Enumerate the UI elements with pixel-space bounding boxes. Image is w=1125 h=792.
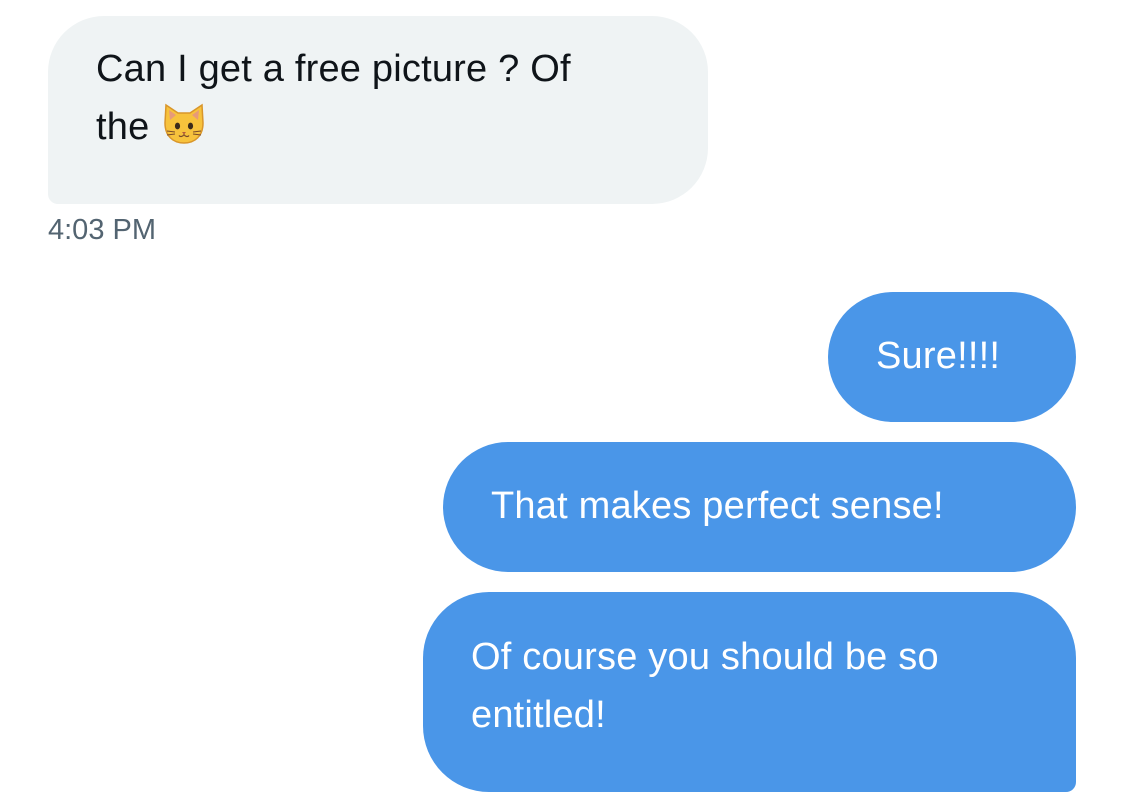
message-text-line: Of course you should be so: [471, 636, 939, 678]
message-text: Sure!!!!: [876, 335, 1001, 377]
message-text-line: entitled!: [471, 694, 606, 736]
message-text-line: the: [96, 98, 660, 156]
outgoing-message-bubble[interactable]: Sure!!!!: [828, 292, 1076, 422]
message-timestamp: 4:03 PM: [48, 214, 156, 246]
message-thread: Can I get a free picture ? Of the 4:03 P…: [0, 0, 1125, 792]
outgoing-message-bubble[interactable]: That makes perfect sense!: [443, 442, 1076, 572]
message-text: the: [96, 106, 150, 148]
message-text: That makes perfect sense!: [491, 485, 944, 527]
message-text-line: Can I get a free picture ? Of: [96, 48, 571, 90]
cat-face-icon: [164, 103, 205, 144]
incoming-message-bubble[interactable]: Can I get a free picture ? Of the: [48, 16, 708, 204]
outgoing-message-bubble[interactable]: Of course you should be so entitled!: [423, 592, 1076, 792]
